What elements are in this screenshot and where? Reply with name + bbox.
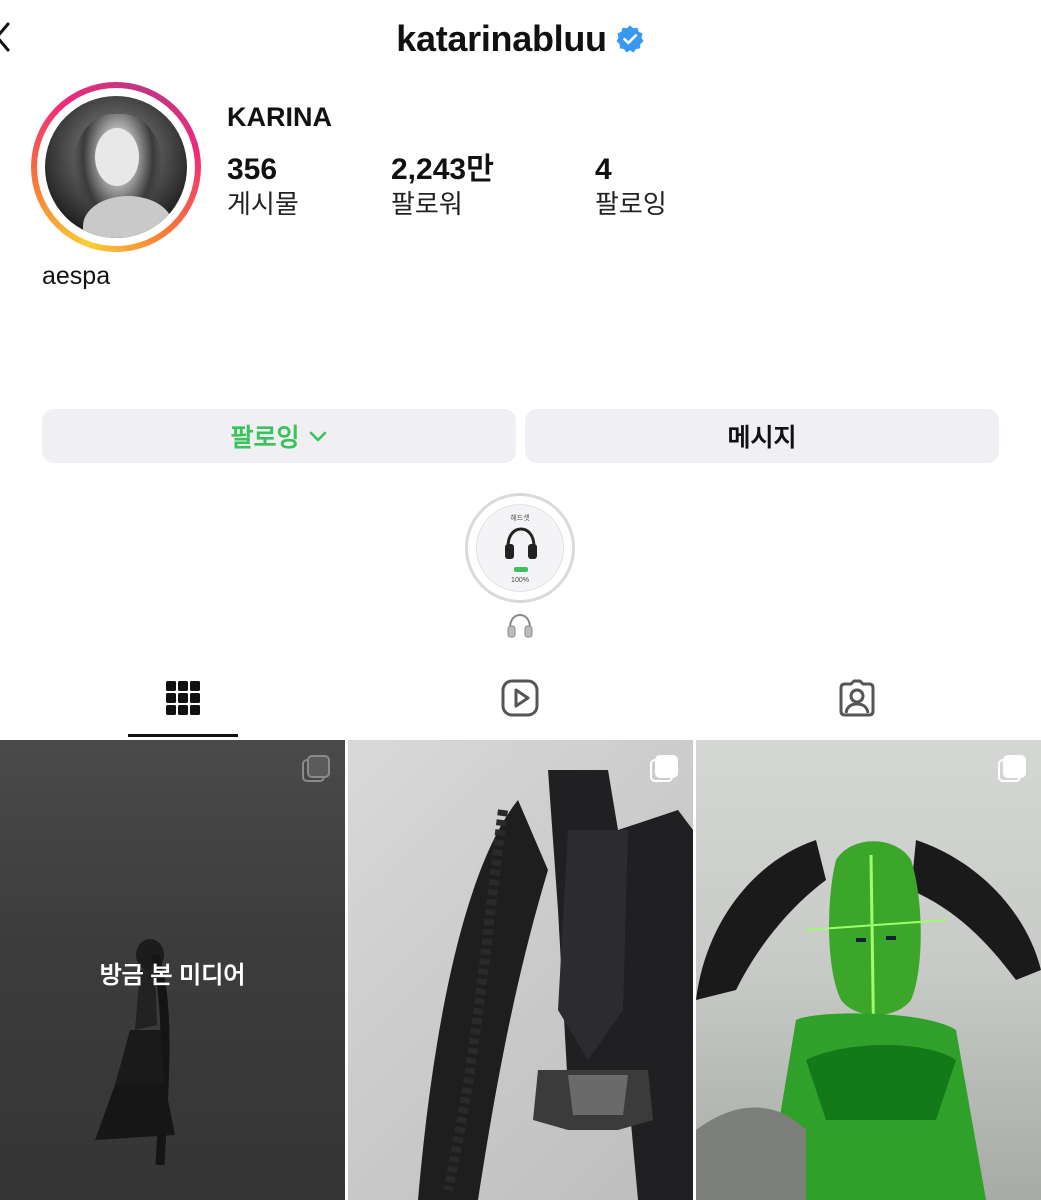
stat-followers-count: 2,243만 [391,153,494,186]
stat-followers-label: 팔로워 [391,189,463,219]
multiple-media-icon [650,755,678,782]
grid-icon[interactable] [163,678,203,718]
highlight-label-headphones-icon [507,613,533,638]
highlight-battery-text: 100% [511,577,529,584]
following-button[interactable]: 팔로잉 [42,409,516,463]
multiple-media-icon [302,755,330,782]
verified-badge-icon [616,25,644,53]
chevron-down-icon [309,431,326,442]
tagged-icon[interactable] [837,678,877,718]
stat-following[interactable]: 4 팔로잉 [595,152,667,220]
post-tile[interactable] [348,740,693,1200]
highlight-cover: 헤드셋 100% [476,504,564,592]
profile-header: katarinabluu [0,0,1041,80]
avatar[interactable] [45,96,187,238]
username-row: katarinabluu [0,18,1041,60]
headphones-icon [505,527,537,559]
display-name: KARINA [227,102,332,132]
recently-viewed-overlay: 방금 본 미디어 [99,962,246,989]
post-tile[interactable]: 방금 본 미디어 [0,740,345,1200]
following-button-label: 팔로잉 [230,424,300,452]
stat-posts-count: 356 [227,153,278,186]
profile-tabs [0,670,1041,738]
username: katarinabluu [396,18,607,59]
post-tile[interactable] [696,740,1041,1200]
stat-followers[interactable]: 2,243만 팔로워 [391,152,494,220]
stat-posts[interactable]: 356 게시물 [227,152,299,220]
multiple-media-icon [998,755,1026,782]
post-figure [418,770,693,1200]
story-ring[interactable] [31,82,201,252]
post-grid: 방금 본 미디어 [0,740,1041,1200]
stat-posts-label: 게시물 [227,189,299,219]
stat-following-label: 팔로잉 [595,189,667,219]
active-tab-indicator [128,734,238,737]
stat-following-count: 4 [595,153,612,186]
battery-bar [514,567,528,572]
story-highlight[interactable]: 헤드셋 100% [465,493,575,603]
highlight-cover-title: 헤드셋 [510,515,530,522]
reels-icon[interactable] [500,678,540,718]
post-figure [696,840,1041,1200]
bio-text: aespa [42,262,111,290]
message-button[interactable]: 메시지 [525,409,999,463]
message-button-label: 메시지 [727,424,797,452]
